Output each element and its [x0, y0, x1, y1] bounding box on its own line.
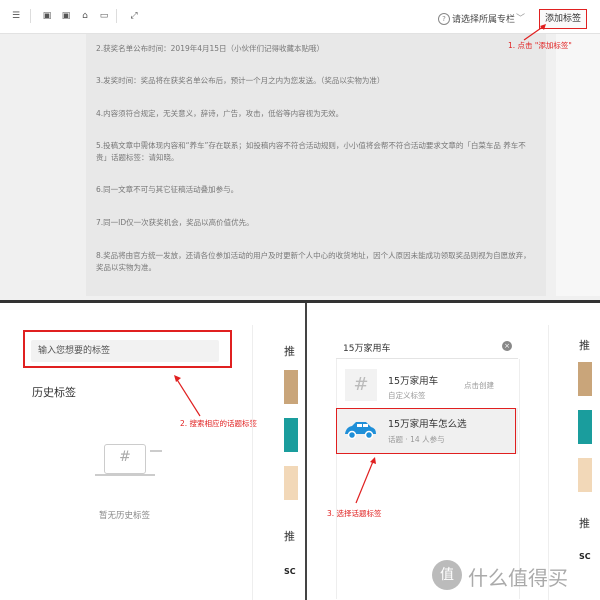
hash-icon: #: [345, 369, 377, 401]
side-panel: [556, 34, 600, 296]
highlight-box: [336, 408, 516, 454]
toolbar-divider: [116, 9, 117, 23]
annotation-step-2: 2. 搜索相应的话题标签: [180, 419, 258, 428]
thumbnail-image[interactable]: [578, 362, 592, 396]
thumbnail-image[interactable]: [284, 370, 298, 404]
recommend-heading: 推: [579, 339, 590, 352]
panel-divider: [0, 300, 600, 303]
column-select[interactable]: 请选择所属专栏: [452, 12, 515, 25]
recommend-heading: 推: [579, 517, 590, 530]
thumbnail-image[interactable]: [284, 418, 298, 452]
annotation-arrow: [355, 457, 376, 504]
article-paragraph: 4.内容须符合规定，无关意义，辞诗，广告，攻击，低俗等内容视为无效。: [96, 109, 344, 118]
toolbar-divider: [30, 9, 31, 23]
tag-search-input[interactable]: 15万家用车: [343, 341, 390, 354]
hash-icon: #: [119, 449, 131, 465]
suggestion-subtitle: 自定义标签: [388, 391, 426, 400]
watermark-logo: 值: [432, 560, 462, 590]
panel-divider: [305, 303, 307, 600]
illustration-base: [95, 474, 155, 476]
illustration-line: [150, 450, 162, 452]
article-paragraph: 2.获奖名单公布时间：2019年4月15日（小伙伴们记得收藏本贴哦）: [96, 44, 325, 53]
thumbnail-image[interactable]: [578, 458, 592, 492]
product-icon[interactable]: ⌂: [80, 11, 90, 21]
article-paragraph: 8.奖品将由官方统一发放，还请各位参加活动的用户及时更新个人中心的收货地址，因个…: [96, 251, 531, 272]
suggestion-title[interactable]: 15万家用车: [388, 373, 438, 387]
recommend-heading: 推: [284, 530, 295, 543]
history-tags-title: 历史标签: [32, 386, 76, 399]
highlight-box: [23, 330, 232, 368]
recommend-heading: 推: [284, 345, 295, 358]
column-divider: [548, 325, 549, 600]
list-icon[interactable]: ☰: [11, 11, 21, 21]
watermark-text: 什么值得买: [468, 566, 568, 590]
editor-panel: ☰ ▣ ▣ ⌂ ▭ ⤢ ? 请选择所属专栏 ﹀ 添加标签 2.获奖名单公布时间：…: [0, 0, 600, 300]
thumbnail-image[interactable]: [284, 466, 298, 500]
image-icon[interactable]: ▣: [42, 11, 52, 21]
cut-off-text: SC: [579, 552, 591, 561]
article-paragraph: 5.投稿文章中需体现内容和“养车”存在联系；如投稿内容不符合活动规则，小小值将会…: [96, 141, 526, 162]
article-paragraph: 6.同一文章不可与其它征稿活动叠加参与。: [96, 185, 239, 194]
annotation-step-3: 3. 选择话题标签: [327, 509, 382, 518]
help-icon[interactable]: ?: [438, 13, 450, 25]
fullscreen-icon[interactable]: ⤢: [129, 11, 139, 21]
gallery-icon[interactable]: ▣: [61, 11, 71, 21]
clear-icon[interactable]: ×: [502, 341, 512, 351]
article-paragraph: 7.同一ID仅一次获奖机会，奖品以高价值优先。: [96, 218, 254, 227]
editor-toolbar: ☰ ▣ ▣ ⌂ ▭ ⤢ ? 请选择所属专栏 ﹀ 添加标签: [0, 0, 600, 34]
annotation-arrow: [523, 24, 546, 41]
cut-off-text: SC: [284, 567, 296, 576]
video-icon[interactable]: ▭: [99, 11, 109, 21]
thumbnail-image[interactable]: [578, 410, 592, 444]
empty-tag-illustration: #: [104, 444, 146, 474]
column-divider: [252, 325, 253, 600]
annotation-arrow: [174, 375, 201, 417]
article-paragraph: 3.发奖时间：奖品将在获奖名单公布后，预计一个月之内为您发送。（奖品以实物为准）: [96, 76, 385, 85]
empty-history-text: 暂无历史标签: [99, 511, 151, 521]
create-tag-link[interactable]: 点击创建: [464, 380, 494, 391]
